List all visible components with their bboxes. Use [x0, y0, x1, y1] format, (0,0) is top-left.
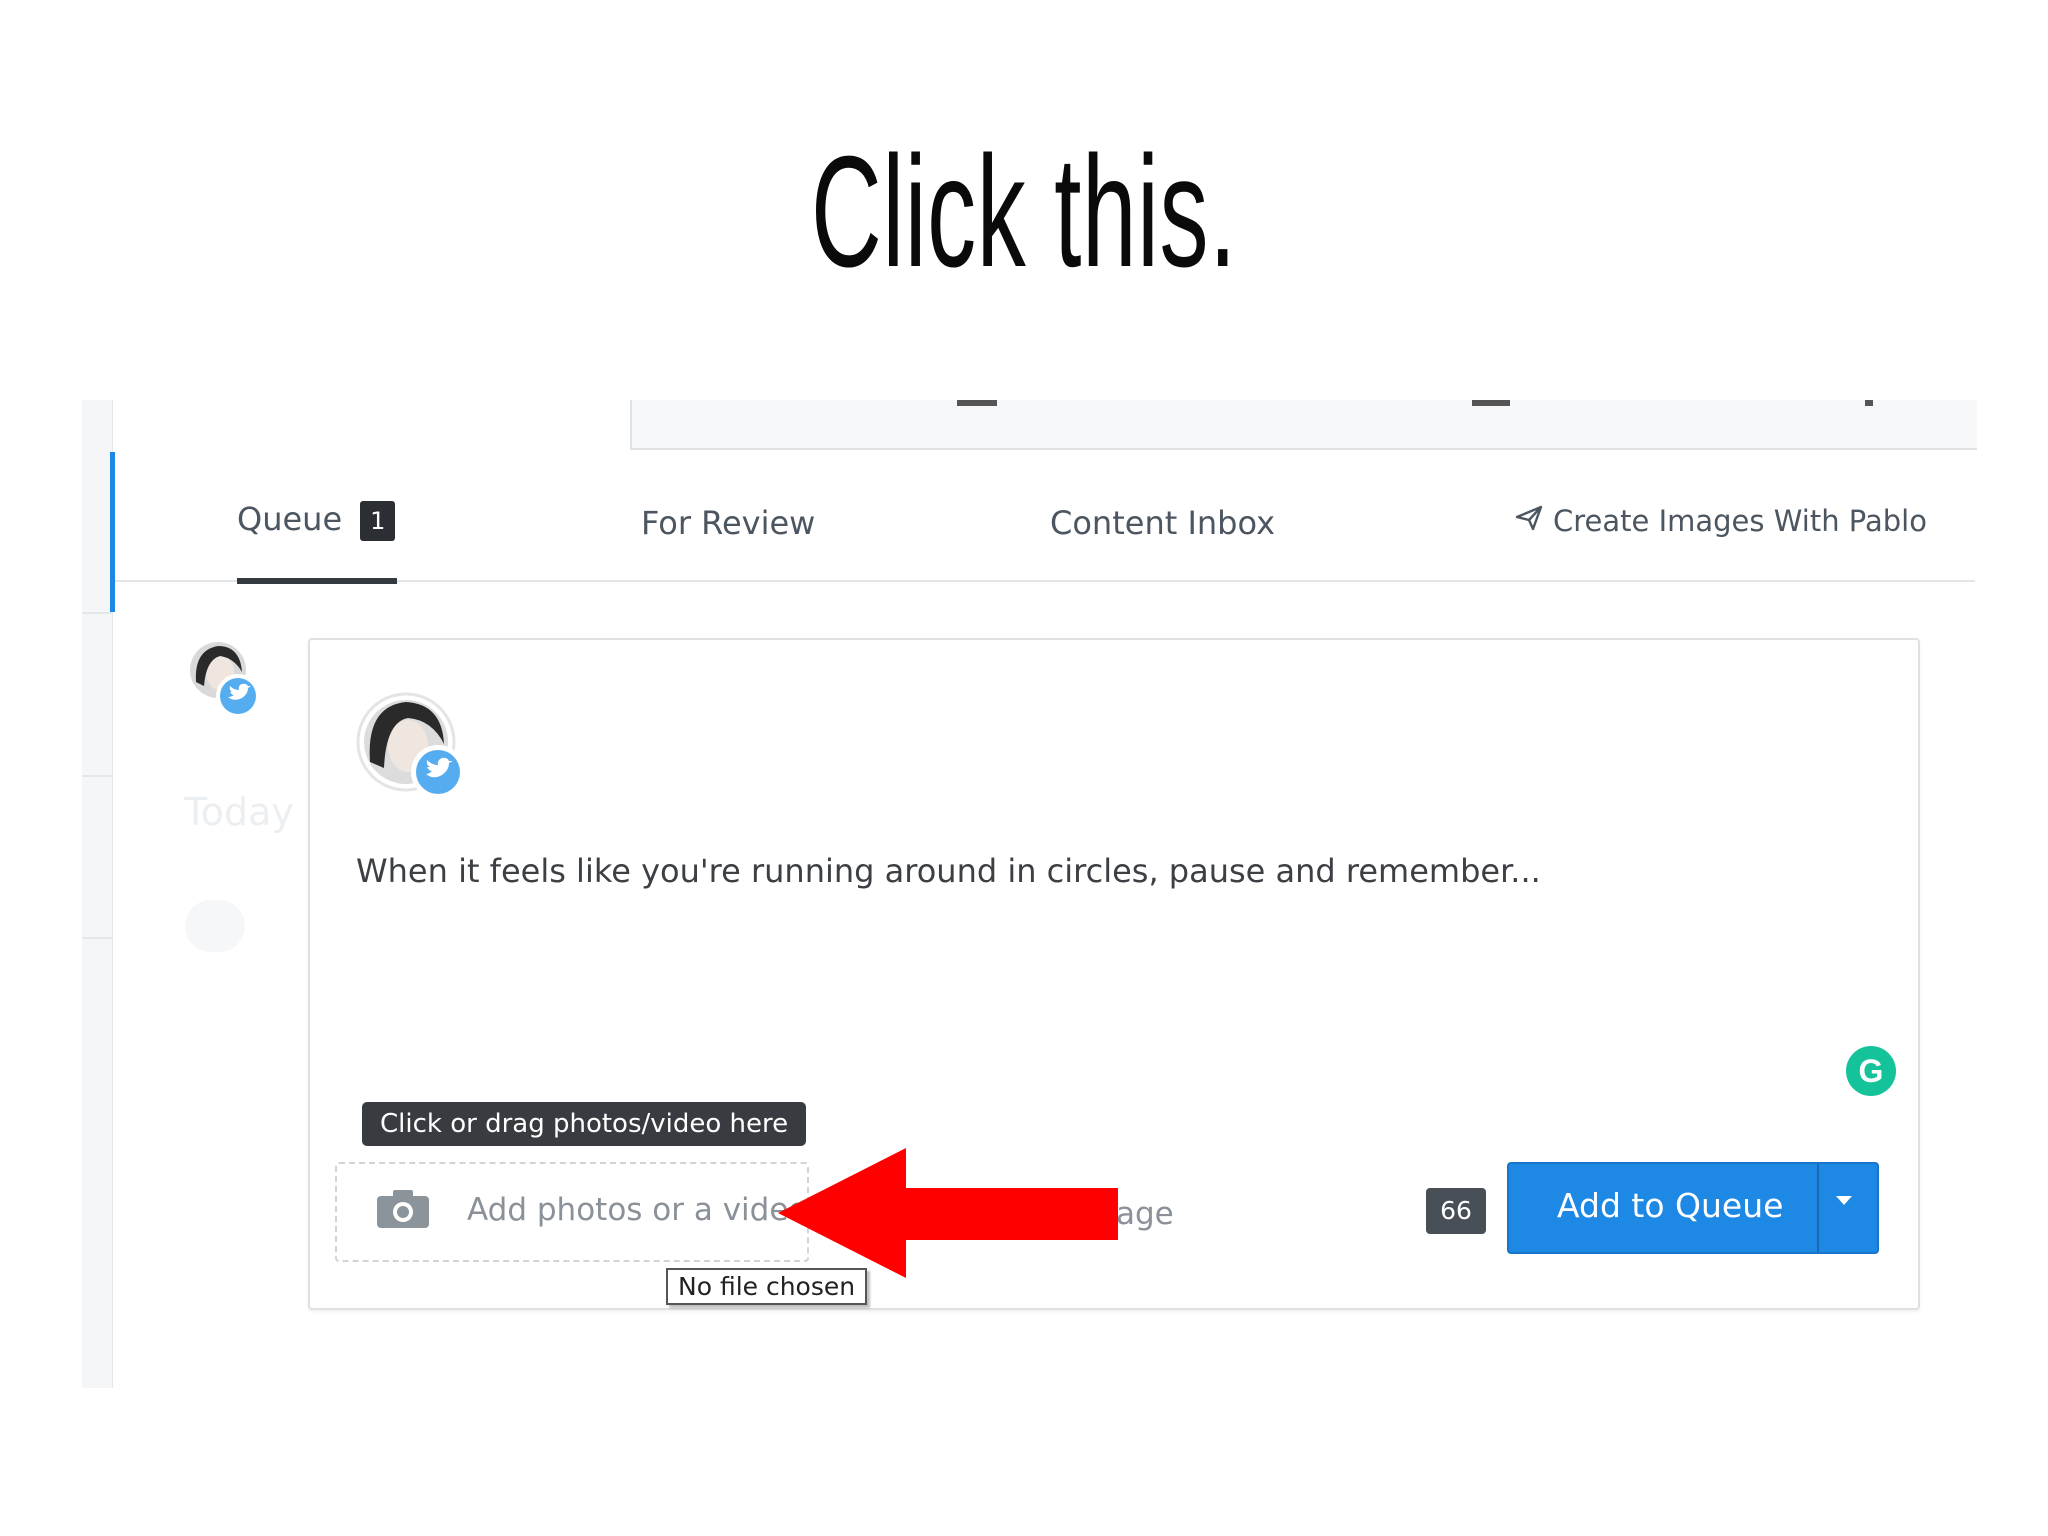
day-label: Today — [184, 790, 294, 834]
tab-queue[interactable]: Queue 1 — [237, 500, 396, 541]
post-text[interactable]: When it feels like you're running around… — [356, 852, 1541, 890]
rail-divider — [82, 612, 112, 614]
pablo-label: Create Images With Pablo — [1553, 504, 1927, 538]
tab-create-images-pablo[interactable]: Create Images With Pablo — [1515, 504, 1927, 538]
camera-icon — [375, 1188, 431, 1234]
left-rail — [82, 400, 113, 1388]
top-toolbar — [630, 400, 1977, 450]
media-upload-dropzone[interactable]: Add photos or a video — [335, 1162, 809, 1262]
red-arrow-annotation — [778, 1148, 1118, 1278]
profile-avatar[interactable] — [190, 642, 260, 718]
placeholder-bubble — [185, 900, 245, 952]
obscured-label: age — [1116, 1196, 1174, 1232]
tab-for-review[interactable]: For Review — [641, 504, 815, 542]
queue-count-badge: 1 — [360, 501, 396, 541]
rail-divider — [82, 775, 112, 777]
add-to-queue-label: Add to Queue — [1557, 1186, 1784, 1225]
composer-profile-avatar[interactable] — [356, 692, 468, 804]
add-to-queue-button[interactable]: Add to Queue — [1507, 1162, 1879, 1254]
upload-tooltip: Click or drag photos/video here — [362, 1102, 807, 1146]
tab-queue-label: Queue — [237, 500, 343, 538]
character-count-badge: 66 — [1426, 1188, 1486, 1234]
grammarly-icon[interactable]: G — [1846, 1046, 1896, 1096]
tab-bar: Queue 1 For Review Content Inbox Create I… — [115, 470, 1975, 584]
rail-divider — [82, 937, 112, 939]
toolbar-fragment — [1472, 400, 1510, 406]
toolbar-fragment — [957, 400, 997, 406]
upload-label: Add photos or a video — [467, 1192, 808, 1228]
toolbar-fragment — [1865, 400, 1873, 406]
paper-plane-icon — [1515, 504, 1543, 538]
caret-down-icon[interactable] — [1834, 1190, 1854, 1210]
tab-for-review-label: For Review — [641, 504, 816, 542]
tab-content-inbox[interactable]: Content Inbox — [1050, 504, 1275, 542]
button-separator — [1817, 1164, 1819, 1252]
tab-active-underline — [237, 578, 397, 584]
headline: Click this. — [811, 124, 1237, 300]
tab-content-inbox-label: Content Inbox — [1050, 504, 1275, 542]
